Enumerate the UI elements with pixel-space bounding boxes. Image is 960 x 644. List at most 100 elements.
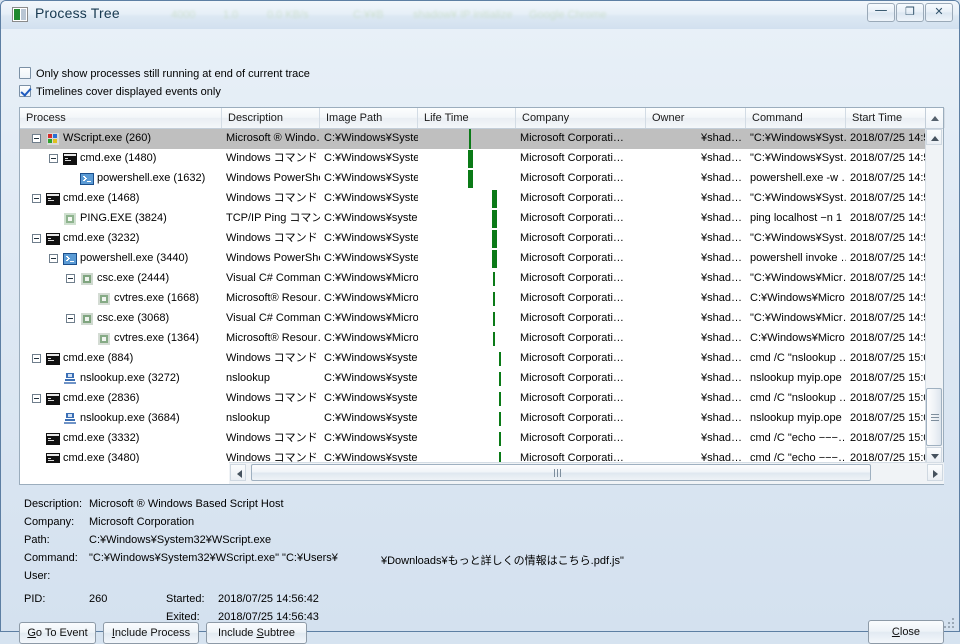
column-header-life_time[interactable]: Life Time <box>418 108 516 128</box>
detail-pid-label: PID: <box>24 593 46 605</box>
table-row[interactable]: csc.exe (2444) Visual C# Comman … C:¥Windo… <box>20 269 928 289</box>
horizontal-scrollbar-thumb[interactable] <box>251 464 871 481</box>
process-tree-listview[interactable]: Process Description Image Path Life Time Com… <box>19 107 945 485</box>
cell-description: Windows コマンド プ … <box>226 432 320 444</box>
cell-command: ping localhost −n 1 … <box>750 212 846 224</box>
table-row[interactable]: cvtres.exe (1668) Microsoft® Resour… C:¥Wi… <box>20 289 928 309</box>
process-rows-container[interactable]: WScript.exe (260) Microsoft ® Windo… C:¥Wi… <box>20 129 928 463</box>
scroll-left-button[interactable] <box>230 464 246 481</box>
table-row[interactable]: cmd.exe (3332) Windows コマンド プ … C:¥Windows… <box>20 429 928 449</box>
cell-start-time: 2018/07/25 14:59 … <box>850 192 928 204</box>
ghost-text-3: C:¥¥B <box>353 9 384 21</box>
cell-company: Microsoft Corporati… <box>520 252 624 264</box>
checkbox-timelines-cover[interactable]: Timelines cover displayed events only <box>19 85 221 98</box>
cell-description: Microsoft® Resour… <box>226 292 320 304</box>
detail-pane: Description: Microsoft ® Windows Based S… <box>19 493 944 623</box>
vertical-scrollbar-thumb[interactable] <box>926 388 942 446</box>
cell-owner: ¥shad… <box>701 172 742 184</box>
close-label-rest: lose <box>899 626 921 638</box>
tree-collapse-icon[interactable] <box>49 254 58 263</box>
include-process-button[interactable]: Include Process <box>103 622 199 644</box>
table-row[interactable]: cmd.exe (1468) Windows コマンド プ … C:¥Windows… <box>20 189 928 209</box>
cell-start-time: 2018/07/25 15:00… <box>850 412 928 424</box>
table-row[interactable]: WScript.exe (260) Microsoft ® Windo… C:¥Wi… <box>20 129 928 149</box>
table-row[interactable]: cmd.exe (3232) Windows コマンド プ … C:¥Windows… <box>20 229 928 249</box>
close-button[interactable]: Close <box>868 620 944 644</box>
column-header-command[interactable]: Command <box>746 108 846 128</box>
close-window-button[interactable]: ✕ <box>925 3 953 22</box>
horizontal-scrollbar[interactable] <box>229 462 944 484</box>
tree-collapse-icon[interactable] <box>49 154 58 163</box>
tree-collapse-icon[interactable] <box>32 394 41 403</box>
column-header-process[interactable]: Process <box>20 108 222 128</box>
maximize-button[interactable]: ❐ <box>896 3 924 22</box>
go-to-event-button[interactable]: Go To Event <box>19 622 96 644</box>
table-row[interactable]: cvtres.exe (1364) Microsoft® Resour… C:¥Wi… <box>20 329 928 349</box>
cell-description: nslookup <box>226 372 271 384</box>
cell-start-time: 2018/07/25 14:56 … <box>850 172 928 184</box>
cmd-icon <box>63 153 77 165</box>
cell-description: Visual C# Comman … <box>226 272 320 284</box>
resize-grip[interactable] <box>942 616 956 630</box>
column-header-description[interactable]: Description <box>222 108 320 128</box>
table-row[interactable]: cmd.exe (3480) Windows コマンド プ … C:¥Windows… <box>20 449 928 463</box>
include-subtree-button[interactable]: Include Subtree <box>206 622 307 644</box>
include-subtree-label-pre: Include <box>217 627 257 639</box>
tree-collapse-icon[interactable] <box>32 194 41 203</box>
column-header-spinner[interactable] <box>925 108 943 128</box>
cell-command: cmd /C "echo −−−… <box>750 452 846 463</box>
table-row[interactable]: nslookup.exe (3684) nslookup C:¥Windows¥sy… <box>20 409 928 429</box>
scroll-up-button[interactable] <box>926 129 942 145</box>
table-row[interactable]: nslookup.exe (3272) nslookup C:¥Windows¥sy… <box>20 369 928 389</box>
cmd-icon <box>46 453 60 463</box>
process-name: nslookup.exe (3684) <box>80 412 180 424</box>
cell-company: Microsoft Corporati… <box>520 232 624 244</box>
arrow-left-icon <box>237 470 242 478</box>
tree-collapse-icon[interactable] <box>32 234 41 243</box>
ghost-text-5: Google Chrome <box>529 9 607 21</box>
cell-image-path: C:¥Windows¥Syste … <box>324 172 418 184</box>
cell-process: cmd.exe (3480) <box>20 449 222 463</box>
minimize-button[interactable]: — <box>867 3 895 22</box>
scroll-down-button[interactable] <box>926 447 942 463</box>
cell-owner: ¥shad… <box>701 292 742 304</box>
cell-company: Microsoft Corporati… <box>520 292 624 304</box>
arrow-down-icon <box>931 454 939 459</box>
cell-process: PING.EXE (3824) <box>20 209 222 229</box>
vertical-scrollbar[interactable] <box>925 129 943 463</box>
checkbox-timelines-cover-label: Timelines cover displayed events only <box>36 86 221 98</box>
tree-collapse-icon[interactable] <box>66 314 75 323</box>
tree-collapse-icon[interactable] <box>32 354 41 363</box>
cell-owner: ¥shad… <box>701 372 742 384</box>
cell-owner: ¥shad… <box>701 432 742 444</box>
process-name: cmd.exe (884) <box>63 352 134 364</box>
table-row[interactable]: powershell.exe (1632) Windows PowerShell C… <box>20 169 928 189</box>
lifetime-bar <box>493 292 495 306</box>
cell-start-time: 2018/07/25 15:00… <box>850 352 928 364</box>
detail-command-label: Command: <box>24 552 78 564</box>
checkbox-only-running-box[interactable] <box>19 67 31 79</box>
table-row[interactable]: cmd.exe (2836) Windows コマンド プ … C:¥Windows… <box>20 389 928 409</box>
cell-image-path: C:¥Windows¥Syste … <box>324 232 418 244</box>
column-header-owner[interactable]: Owner <box>646 108 746 128</box>
checkbox-timelines-cover-box[interactable] <box>19 85 31 97</box>
table-row[interactable]: powershell.exe (3440) Windows PowerShell C… <box>20 249 928 269</box>
tree-collapse-icon[interactable] <box>66 274 75 283</box>
cell-process: cvtres.exe (1668) <box>20 289 222 309</box>
checkbox-only-running[interactable]: Only show processes still running at end… <box>19 67 310 80</box>
column-header-image_path[interactable]: Image Path <box>320 108 418 128</box>
scroll-right-button[interactable] <box>927 464 943 481</box>
table-row[interactable]: cmd.exe (1480) Windows コマンド プ … C:¥Windows… <box>20 149 928 169</box>
table-row[interactable]: cmd.exe (884) Windows コマンド プ … C:¥Windows¥… <box>20 349 928 369</box>
cell-image-path: C:¥Windows¥Micro… <box>324 312 418 324</box>
title-bar: Process Tree 4000 1.0 0.0 KB/s C:¥¥B sha… <box>1 1 959 29</box>
lifetime-bar <box>499 392 501 406</box>
cell-process: cmd.exe (2836) <box>20 389 222 409</box>
cell-description: Windows コマンド プ … <box>226 152 320 164</box>
table-row[interactable]: PING.EXE (3824) TCP/IP Ping コマンド C:¥Window… <box>20 209 928 229</box>
cell-command: powershell invoke … <box>750 252 846 264</box>
tree-collapse-icon[interactable] <box>32 134 41 143</box>
table-row[interactable]: csc.exe (3068) Visual C# Comman … C:¥Windo… <box>20 309 928 329</box>
cell-description: Windows コマンド プ … <box>226 452 320 463</box>
column-header-company[interactable]: Company <box>516 108 646 128</box>
